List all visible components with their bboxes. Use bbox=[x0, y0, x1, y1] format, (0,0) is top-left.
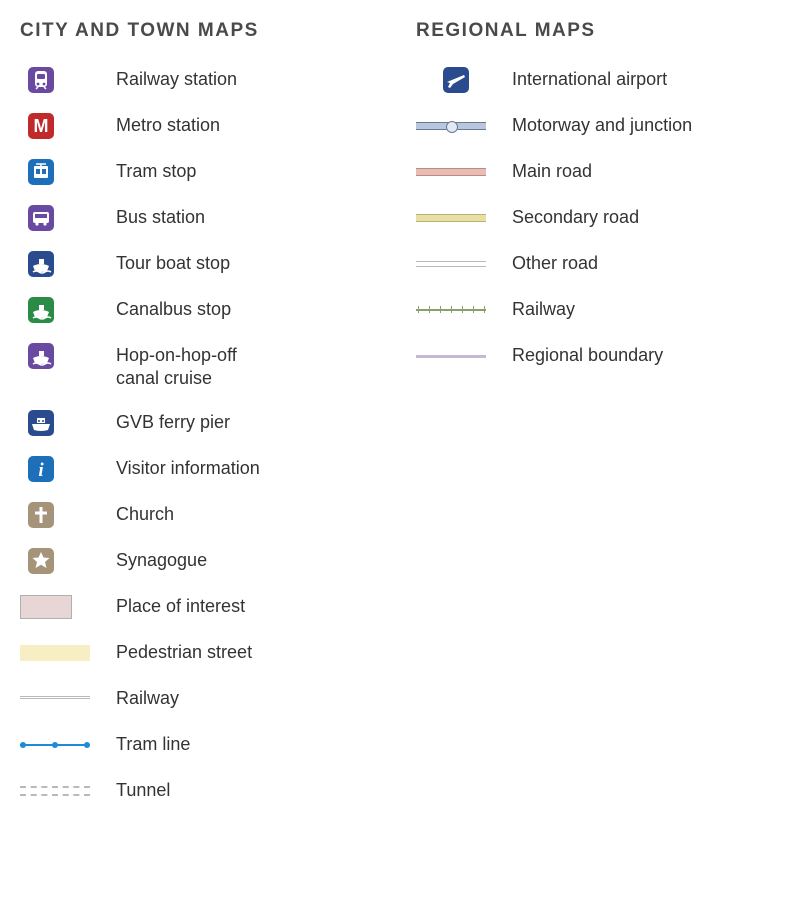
symbol-visitor-info bbox=[20, 455, 100, 483]
boat-icon bbox=[28, 343, 54, 369]
symbol-railway-line bbox=[20, 685, 100, 713]
legend-row-church: Church bbox=[20, 501, 376, 529]
pedestrian-street-symbol bbox=[20, 645, 90, 661]
boat-icon bbox=[28, 297, 54, 323]
symbol-gvb-ferry-pier bbox=[20, 409, 100, 437]
symbol-tram-stop bbox=[20, 158, 100, 186]
legend-row-tour-boat-stop: Tour boat stop bbox=[20, 250, 376, 278]
label-railway-station: Railway station bbox=[100, 66, 237, 91]
legend-row-pedestrian-street: Pedestrian street bbox=[20, 639, 376, 667]
city-legend-list: Railway station Metro station Tram stop Bus… bbox=[20, 66, 376, 805]
label-church: Church bbox=[100, 501, 174, 526]
legend-row-motorway: Motorway and junction bbox=[416, 112, 772, 140]
legend-row-secondary-road: Secondary road bbox=[416, 204, 772, 232]
symbol-metro-station bbox=[20, 112, 100, 140]
label-tunnel: Tunnel bbox=[100, 777, 170, 802]
other-road-symbol bbox=[416, 261, 486, 267]
label-gvb-ferry-pier: GVB ferry pier bbox=[100, 409, 230, 434]
legend-row-tram-stop: Tram stop bbox=[20, 158, 376, 186]
label-pedestrian-street: Pedestrian street bbox=[100, 639, 252, 664]
label-regional-railway: Railway bbox=[496, 296, 575, 321]
symbol-main-road bbox=[416, 158, 496, 186]
symbol-regional-boundary bbox=[416, 342, 496, 370]
symbol-canalbus-stop bbox=[20, 296, 100, 324]
symbol-tour-boat-stop bbox=[20, 250, 100, 278]
metro-icon bbox=[28, 113, 54, 139]
label-tram-stop: Tram stop bbox=[100, 158, 196, 183]
label-place-of-interest: Place of interest bbox=[100, 593, 245, 618]
city-heading: CITY AND TOWN MAPS bbox=[20, 20, 376, 42]
railway-line-symbol bbox=[20, 696, 90, 701]
legend-row-regional-railway: Railway bbox=[416, 296, 772, 324]
boat-icon bbox=[28, 251, 54, 277]
label-synagogue: Synagogue bbox=[100, 547, 207, 572]
symbol-hop-on-hop-off bbox=[20, 342, 100, 370]
symbol-intl-airport bbox=[416, 66, 496, 94]
symbol-other-road bbox=[416, 250, 496, 278]
legend-row-metro-station: Metro station bbox=[20, 112, 376, 140]
legend-row-hop-on-hop-off: Hop-on-hop-offcanal cruise bbox=[20, 342, 376, 391]
regional-boundary-symbol bbox=[416, 355, 486, 358]
symbol-motorway bbox=[416, 112, 496, 140]
label-railway-line: Railway bbox=[100, 685, 179, 710]
train-icon bbox=[28, 67, 54, 93]
ferry-icon bbox=[28, 410, 54, 436]
label-bus-station: Bus station bbox=[100, 204, 205, 229]
label-canalbus-stop: Canalbus stop bbox=[100, 296, 231, 321]
legend-row-main-road: Main road bbox=[416, 158, 772, 186]
legend-row-synagogue: Synagogue bbox=[20, 547, 376, 575]
legend-row-gvb-ferry-pier: GVB ferry pier bbox=[20, 409, 376, 437]
plane-icon bbox=[443, 67, 469, 93]
symbol-railway-station bbox=[20, 66, 100, 94]
tram-line-symbol bbox=[20, 744, 90, 746]
symbol-tram-line bbox=[20, 731, 100, 759]
legend-row-canalbus-stop: Canalbus stop bbox=[20, 296, 376, 324]
symbol-place-of-interest bbox=[20, 593, 100, 621]
label-metro-station: Metro station bbox=[100, 112, 220, 137]
legend-row-railway-line: Railway bbox=[20, 685, 376, 713]
cross-icon bbox=[28, 502, 54, 528]
label-secondary-road: Secondary road bbox=[496, 204, 639, 229]
label-motorway: Motorway and junction bbox=[496, 112, 692, 137]
legend-row-visitor-info: Visitor information bbox=[20, 455, 376, 483]
city-column: CITY AND TOWN MAPS Railway station Metro … bbox=[20, 20, 376, 823]
bus-icon bbox=[28, 205, 54, 231]
legend-row-tunnel: Tunnel bbox=[20, 777, 376, 805]
legend-row-bus-station: Bus station bbox=[20, 204, 376, 232]
label-regional-boundary: Regional boundary bbox=[496, 342, 663, 367]
place-of-interest-symbol bbox=[20, 595, 72, 619]
legend-row-regional-boundary: Regional boundary bbox=[416, 342, 772, 370]
symbol-tunnel bbox=[20, 777, 100, 805]
main-road-symbol bbox=[416, 168, 486, 176]
label-hop-on-hop-off: Hop-on-hop-offcanal cruise bbox=[100, 342, 237, 391]
legend-row-railway-station: Railway station bbox=[20, 66, 376, 94]
label-visitor-info: Visitor information bbox=[100, 455, 260, 480]
label-intl-airport: International airport bbox=[496, 66, 667, 91]
railway-ticks-symbol bbox=[416, 309, 486, 311]
symbol-pedestrian-street bbox=[20, 639, 100, 667]
legend-row-other-road: Other road bbox=[416, 250, 772, 278]
tram-icon bbox=[28, 159, 54, 185]
symbol-church bbox=[20, 501, 100, 529]
regional-heading: REGIONAL MAPS bbox=[416, 20, 772, 42]
tunnel-symbol bbox=[20, 786, 90, 796]
symbol-synagogue bbox=[20, 547, 100, 575]
legend-row-intl-airport: International airport bbox=[416, 66, 772, 94]
label-main-road: Main road bbox=[496, 158, 592, 183]
symbol-bus-station bbox=[20, 204, 100, 232]
motorway-symbol bbox=[416, 122, 486, 130]
legend-row-place-of-interest: Place of interest bbox=[20, 593, 376, 621]
info-icon bbox=[28, 456, 54, 482]
legend-row-tram-line: Tram line bbox=[20, 731, 376, 759]
regional-legend-list: International airport Motorway and juncti… bbox=[416, 66, 772, 370]
label-tram-line: Tram line bbox=[100, 731, 190, 756]
label-other-road: Other road bbox=[496, 250, 598, 275]
secondary-road-symbol bbox=[416, 214, 486, 222]
regional-column: REGIONAL MAPS International airport Motor… bbox=[416, 20, 772, 823]
star-icon bbox=[28, 548, 54, 574]
legend-columns: CITY AND TOWN MAPS Railway station Metro … bbox=[20, 20, 772, 823]
symbol-secondary-road bbox=[416, 204, 496, 232]
symbol-regional-railway bbox=[416, 296, 496, 324]
label-tour-boat-stop: Tour boat stop bbox=[100, 250, 230, 275]
